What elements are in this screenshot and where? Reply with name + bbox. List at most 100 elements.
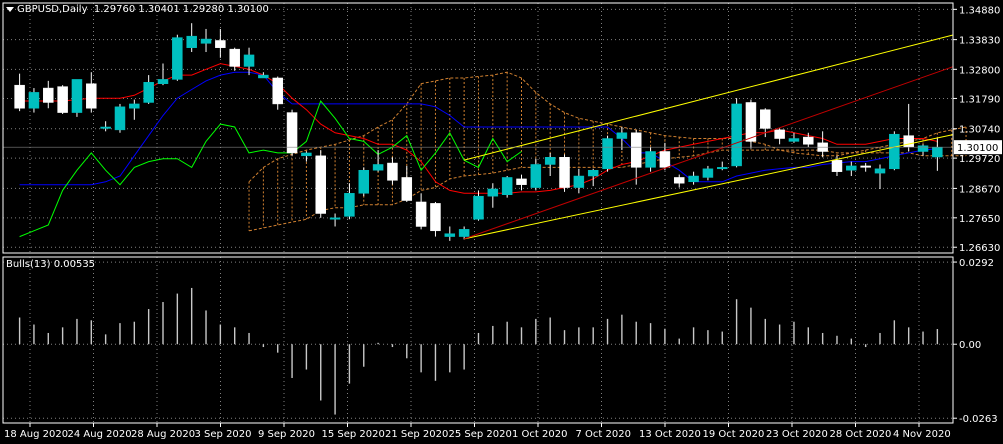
candle[interactable] <box>846 161 857 177</box>
x-tick-label: 19 Oct 2020 <box>703 429 765 440</box>
x-tick-label: 7 Oct 2020 <box>576 429 631 440</box>
candle-body <box>100 126 111 129</box>
collapse-triangle-icon[interactable] <box>6 6 14 12</box>
candle[interactable] <box>358 167 370 197</box>
candle[interactable] <box>817 131 828 158</box>
candle-body <box>587 169 599 177</box>
y-tick-label: 1.29720 <box>959 154 1000 165</box>
x-tick-label: 15 Sep 2020 <box>322 429 385 440</box>
candle[interactable] <box>114 103 126 133</box>
candle[interactable] <box>272 76 283 110</box>
candle[interactable] <box>14 73 25 112</box>
candle-body <box>415 201 427 227</box>
candle[interactable] <box>616 126 628 151</box>
candle[interactable] <box>329 213 341 227</box>
candle-body <box>731 103 742 167</box>
x-tick-label: 23 Oct 2020 <box>766 429 828 440</box>
candle[interactable] <box>86 72 97 113</box>
candle-body <box>760 109 771 129</box>
candle-body <box>28 92 40 109</box>
candle[interactable] <box>186 23 197 53</box>
candle[interactable] <box>645 147 656 172</box>
candle-body <box>114 106 126 131</box>
candle-body <box>917 145 929 152</box>
candle[interactable] <box>745 99 757 149</box>
y-tick-label: 1.30740 <box>959 125 1000 136</box>
candle[interactable] <box>630 129 642 185</box>
candle-body <box>129 103 140 109</box>
candle[interactable] <box>157 63 169 86</box>
candle-body <box>487 188 499 197</box>
candle[interactable] <box>444 226 456 241</box>
candle[interactable] <box>315 150 326 218</box>
candle[interactable] <box>71 79 83 117</box>
candles[interactable] <box>14 23 943 241</box>
candle[interactable] <box>387 157 398 185</box>
candle-body <box>71 79 83 113</box>
candle[interactable] <box>258 72 269 79</box>
candle[interactable] <box>43 80 54 109</box>
candle-body <box>344 193 355 217</box>
candle[interactable] <box>172 34 183 81</box>
candle[interactable] <box>401 165 413 202</box>
candle[interactable] <box>587 168 599 187</box>
candle[interactable] <box>889 131 900 171</box>
candle[interactable] <box>516 174 527 191</box>
candle[interactable] <box>544 152 556 177</box>
candle[interactable] <box>874 164 886 189</box>
chart-svg[interactable]: 18 Aug 2020 24 Aug 2020 28 Aug 2020 3 Sep 2… <box>0 0 1003 444</box>
candle[interactable] <box>430 201 441 237</box>
candle-body <box>215 40 226 48</box>
candle-body <box>846 165 857 171</box>
candle-body <box>673 177 685 184</box>
candle[interactable] <box>200 28 212 53</box>
candle-body <box>645 151 656 168</box>
candle-body <box>530 164 542 188</box>
candle-body <box>14 84 25 109</box>
candle[interactable] <box>717 161 728 171</box>
candle[interactable] <box>573 168 585 194</box>
candle[interactable] <box>301 151 312 162</box>
candle-body <box>272 77 283 105</box>
y-tick-label: 1.28670 <box>959 184 1000 195</box>
candle[interactable] <box>860 163 871 172</box>
candle[interactable] <box>415 193 427 230</box>
candle[interactable] <box>688 171 699 185</box>
candle[interactable] <box>473 190 484 221</box>
candle[interactable] <box>702 165 714 181</box>
candle-body <box>43 87 54 103</box>
x-tick-label: 25 Sep 2020 <box>449 429 512 440</box>
indicator-title: Bulls(13) 0.00535 <box>6 259 95 270</box>
candle[interactable] <box>501 176 513 198</box>
candle-body <box>831 159 843 172</box>
candle[interactable] <box>286 109 298 156</box>
candle[interactable] <box>129 99 140 120</box>
candle-body <box>803 136 814 145</box>
candle[interactable] <box>143 75 154 104</box>
candle[interactable] <box>788 132 800 143</box>
candle[interactable] <box>559 154 570 192</box>
candle[interactable] <box>774 128 785 145</box>
indicator-name: Bulls(13) <box>6 259 51 270</box>
y-tick-label: 0.0292 <box>959 258 994 269</box>
candle[interactable] <box>372 150 384 172</box>
candle[interactable] <box>932 138 943 171</box>
x-tick-label: 9 Sep 2020 <box>258 429 315 440</box>
candle[interactable] <box>487 183 499 208</box>
candle[interactable] <box>673 174 685 188</box>
candle[interactable] <box>344 183 355 220</box>
candle[interactable] <box>731 98 742 168</box>
candle-body <box>430 203 441 232</box>
candle-body <box>774 129 785 139</box>
bulls-bars <box>18 287 939 415</box>
axis-labels: 18 Aug 2020 24 Aug 2020 28 Aug 2020 3 Sep 2… <box>4 5 1002 440</box>
candle-body <box>329 217 341 220</box>
candle[interactable] <box>917 144 929 156</box>
candle[interactable] <box>100 121 111 132</box>
candle[interactable] <box>215 28 226 58</box>
candle[interactable] <box>57 85 68 115</box>
candle[interactable] <box>530 158 542 191</box>
candle-body <box>559 157 570 188</box>
candle-body <box>86 83 97 109</box>
candle[interactable] <box>602 135 613 172</box>
